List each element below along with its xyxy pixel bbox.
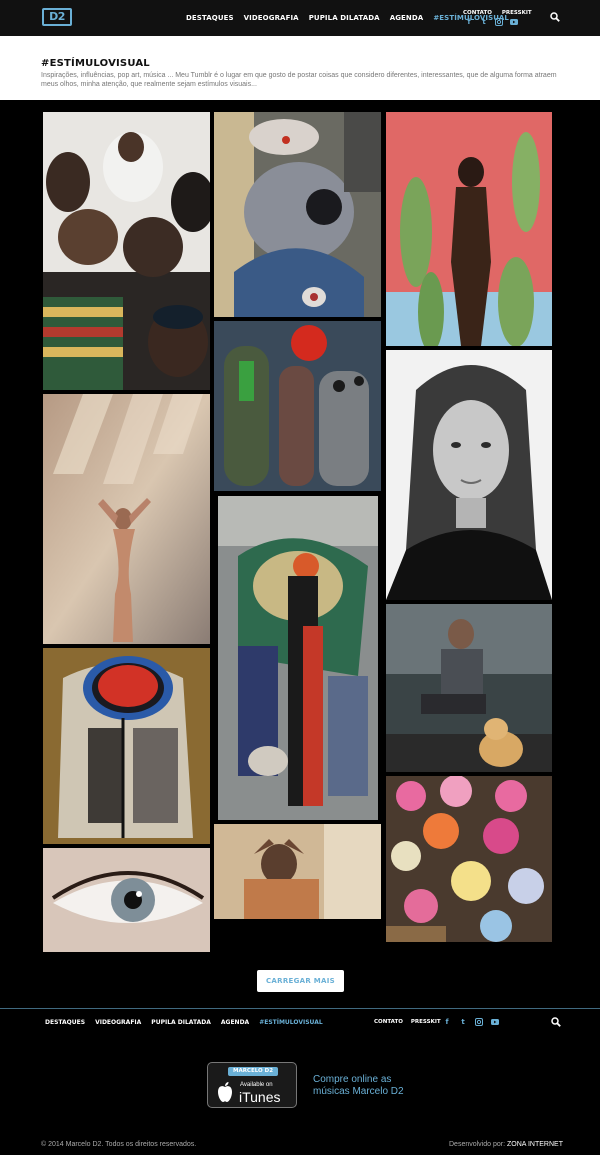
logo[interactable]: D2 (42, 8, 72, 26)
intro-section: #ESTÍMULOVISUAL Inspirações, influências… (0, 36, 600, 100)
main-nav: DESTAQUES VIDEOGRAFIA PUPILA DILATADA AG… (186, 14, 509, 22)
footer-contato-link[interactable]: CONTATO (374, 1019, 403, 1025)
gallery-image-eye[interactable] (43, 848, 210, 952)
footer-divider (0, 1008, 600, 1009)
load-more-button[interactable]: CARREGAR MAIS (257, 970, 344, 992)
footer-nav-estimulovisual[interactable]: #ESTÍMULOVISUAL (259, 1019, 323, 1026)
apple-icon (218, 1082, 232, 1102)
credit-prefix: Desenvolvido por: (449, 1141, 507, 1148)
page-title: #ESTÍMULOVISUAL (41, 58, 150, 69)
itunes-artist-tag: MARCELO D2 (228, 1067, 278, 1076)
gallery-image-man-with-dog[interactable] (386, 604, 552, 772)
gallery-image-abstract-tall[interactable] (218, 496, 378, 820)
gallery-image-nude-light[interactable] (43, 394, 210, 644)
footer-nav-agenda[interactable]: AGENDA (221, 1019, 249, 1026)
twitter-icon[interactable]: t (480, 18, 488, 26)
developer-credit: Desenvolvido por: ZONA INTERNET (449, 1141, 563, 1148)
itunes-brand-label: iTunes (239, 1089, 281, 1105)
instagram-icon[interactable] (475, 1018, 483, 1026)
footer-search-icon[interactable] (551, 1017, 561, 1027)
footer-social-links: f t (443, 1018, 499, 1026)
buy-online-text[interactable]: Compre online as músicas Marcelo D2 (313, 1074, 423, 1098)
itunes-available-label: Available on (240, 1082, 273, 1088)
facebook-icon[interactable]: f (465, 18, 473, 26)
gallery-image-abstract-figures[interactable] (214, 321, 381, 491)
contato-link[interactable]: CONTATO (463, 10, 492, 16)
footer-presskit-link[interactable]: PRESSKIT (411, 1019, 441, 1025)
copyright-text: © 2014 Marcelo D2. Todos os direitos res… (41, 1141, 197, 1148)
footer-nav-pupila-dilatada[interactable]: PUPILA DILATADA (151, 1019, 211, 1026)
gallery-image-covered-face[interactable] (214, 824, 381, 919)
top-navbar: D2 DESTAQUES VIDEOGRAFIA PUPILA DILATADA… (0, 0, 600, 36)
gallery-image-portrait-bw[interactable] (386, 350, 552, 600)
gallery-image-cactus-woman[interactable] (386, 112, 552, 346)
search-icon[interactable] (550, 12, 560, 22)
nav-pupila-dilatada[interactable]: PUPILA DILATADA (309, 14, 380, 22)
gallery-image-abstract-red-circle[interactable] (43, 648, 210, 844)
twitter-icon[interactable]: t (459, 1018, 467, 1026)
instagram-icon[interactable] (495, 18, 503, 26)
credit-link[interactable]: ZONA INTERNET (507, 1141, 563, 1148)
top-links: CONTATO PRESSKIT (463, 10, 532, 16)
footer-nav-destaques[interactable]: DESTAQUES (45, 1019, 85, 1026)
gallery-image-group-photo[interactable] (43, 112, 210, 390)
social-links: f t (465, 18, 518, 26)
gallery-image-abstract-grey-blue[interactable] (214, 112, 381, 317)
youtube-icon[interactable] (491, 1018, 499, 1026)
page-description: Inspirações, influências, pop art, músic… (41, 72, 557, 88)
nav-destaques[interactable]: DESTAQUES (186, 14, 234, 22)
nav-videografia[interactable]: VIDEOGRAFIA (244, 14, 299, 22)
nav-agenda[interactable]: AGENDA (390, 14, 424, 22)
footer-top-links: CONTATO PRESSKIT (374, 1019, 441, 1025)
gallery-image-flowers-market[interactable] (386, 776, 552, 942)
footer-nav-videografia[interactable]: VIDEOGRAFIA (95, 1019, 141, 1026)
facebook-icon[interactable]: f (443, 1018, 451, 1026)
footer-nav: DESTAQUES VIDEOGRAFIA PUPILA DILATADA AG… (45, 1019, 323, 1026)
itunes-badge[interactable]: MARCELO D2 Available on iTunes (207, 1062, 297, 1108)
presskit-link[interactable]: PRESSKIT (502, 10, 532, 16)
youtube-icon[interactable] (510, 18, 518, 26)
